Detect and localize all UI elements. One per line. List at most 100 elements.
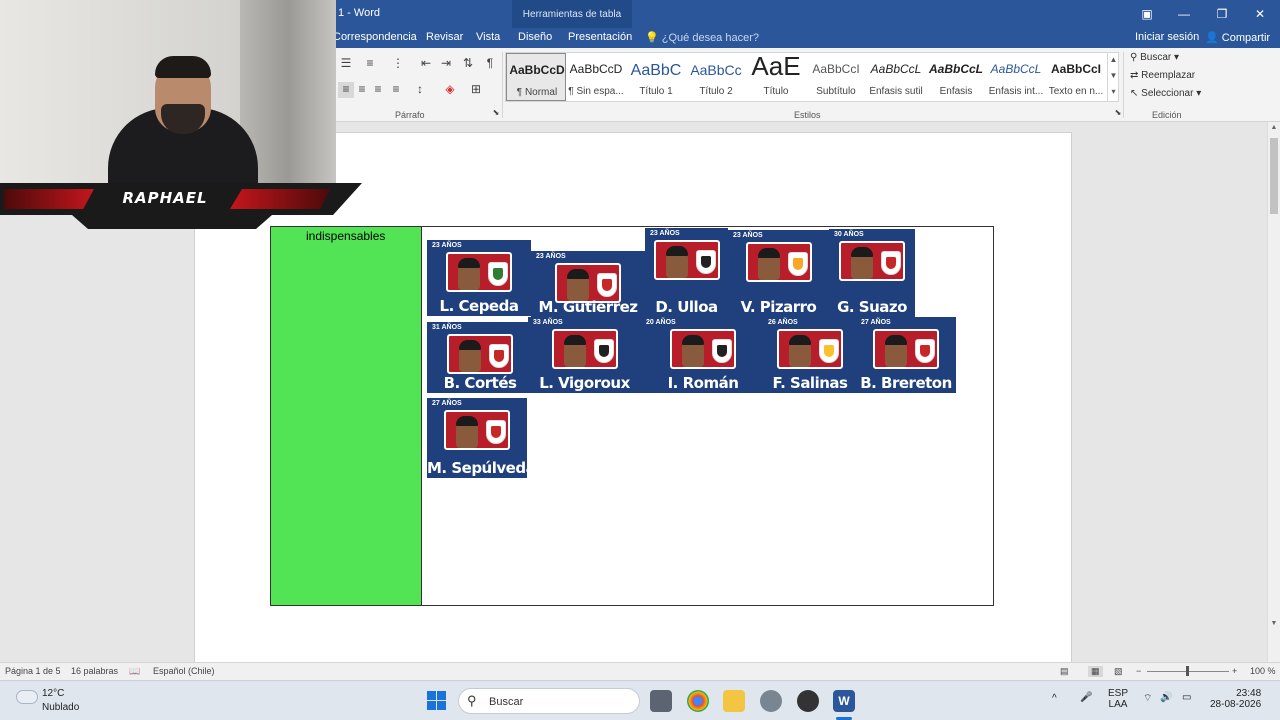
group-label-parrafo: Párrafo — [395, 110, 425, 120]
club-crest-icon — [597, 273, 617, 297]
file-explorer-icon[interactable] — [723, 690, 745, 712]
style-item[interactable]: AaE Título — [746, 51, 806, 101]
replace-button[interactable]: ⇄ Reemplazar — [1130, 70, 1195, 81]
style-sample: AaBbCcD — [509, 63, 565, 77]
style-item[interactable]: AaBbCcD ¶ Normal — [506, 53, 566, 101]
style-name: Énfasis int... — [988, 86, 1044, 97]
tab-presentacion[interactable]: Presentación — [568, 31, 632, 43]
style-item[interactable]: AaBbCcD ¶ Sin espa... — [566, 53, 626, 101]
align-left-icon[interactable]: ≡ — [338, 82, 354, 98]
zoom-level[interactable]: 100 % — [1250, 666, 1276, 676]
align-center-icon[interactable]: ≡ — [354, 82, 370, 98]
share-button[interactable]: 👤 Compartir — [1205, 31, 1270, 44]
style-item[interactable]: AaBbCc Título 2 — [686, 53, 746, 101]
word-icon[interactable]: W — [833, 690, 855, 712]
borders-icon[interactable]: ⊞ — [468, 82, 484, 98]
style-item[interactable]: AaBbCcL Énfasis sutil — [866, 53, 926, 101]
close-button[interactable]: ✕ — [1252, 6, 1268, 22]
player-card[interactable]: 23 AÑOS M. Gutierrez — [531, 251, 645, 317]
page-count[interactable]: Página 1 de 5 — [5, 666, 61, 676]
volume-icon[interactable]: 🔊 — [1160, 692, 1172, 703]
player-card[interactable]: 23 AÑOS V. Pizarro — [728, 230, 829, 317]
scroll-up-icon[interactable]: ▲ — [1268, 124, 1280, 131]
style-item[interactable]: AaBbCcL Énfasis int... — [986, 53, 1046, 101]
scroll-down-icon[interactable]: ▼ — [1268, 620, 1280, 627]
player-card[interactable]: 31 AÑOS B. Cortés — [427, 322, 533, 393]
table-cell-indispensables[interactable]: indispensables — [271, 227, 422, 605]
word-count[interactable]: 16 palabras — [71, 666, 118, 676]
ribbon-display-options-icon[interactable]: ▣ — [1139, 6, 1155, 22]
clock[interactable]: 23:48 28-08-2026 — [1210, 688, 1261, 710]
tab-correspondencia[interactable]: Correspondencia — [333, 31, 417, 43]
zoom-in-icon[interactable]: + — [1232, 666, 1237, 676]
bullets-icon[interactable]: ☰ — [338, 56, 354, 72]
battery-icon[interactable]: ▭ — [1182, 692, 1191, 703]
player-photo — [447, 334, 513, 374]
line-spacing-icon[interactable]: ↕ — [412, 82, 428, 98]
player-card[interactable]: 27 AÑOS B. Brereton — [856, 317, 956, 393]
zoom-out-icon[interactable]: − — [1136, 666, 1141, 676]
player-photo — [777, 329, 843, 369]
sign-in-link[interactable]: Iniciar sesión — [1135, 31, 1199, 43]
tell-me-search[interactable]: 💡 ¿Qué desea hacer? — [645, 31, 759, 44]
zoom-slider-thumb[interactable] — [1186, 666, 1189, 676]
player-card[interactable]: 33 AÑOS L. Vigoroux — [528, 317, 641, 393]
microphone-icon[interactable]: 🎤 — [1080, 692, 1092, 703]
vertical-scrollbar[interactable]: ▲ ▼ — [1267, 122, 1280, 662]
settings-gear-icon[interactable] — [760, 690, 782, 712]
select-button[interactable]: ↖ Seleccionar ▾ — [1130, 88, 1201, 99]
justify-icon[interactable]: ≡ — [388, 82, 404, 98]
read-mode-icon[interactable]: ▤ — [1060, 666, 1069, 677]
cloud-icon[interactable] — [16, 690, 38, 704]
person-icon: 👤 — [1205, 32, 1222, 44]
maximize-button[interactable]: ❐ — [1214, 6, 1230, 22]
player-age: 30 AÑOS — [834, 231, 864, 238]
windows-start-icon[interactable] — [427, 691, 446, 710]
tab-revisar[interactable]: Revisar — [426, 31, 463, 43]
web-layout-icon[interactable]: ▧ — [1114, 666, 1123, 677]
task-view-icon[interactable] — [650, 690, 672, 712]
style-item[interactable]: AaBbCcI Texto en n... — [1046, 53, 1106, 101]
scrollbar-thumb[interactable] — [1270, 138, 1278, 214]
chrome-icon[interactable] — [687, 690, 709, 712]
player-card[interactable]: 26 AÑOS F. Salinas — [763, 317, 857, 393]
obs-icon[interactable] — [797, 690, 819, 712]
print-layout-icon[interactable]: ▦ — [1088, 666, 1103, 677]
sort-icon[interactable]: ⇅ — [460, 56, 476, 72]
gallery-scroll-arrows[interactable]: ▲ ▼ ▾ — [1107, 52, 1119, 102]
wifi-icon[interactable]: ⌔ — [1143, 692, 1152, 705]
decrease-indent-icon[interactable]: ⇤ — [418, 56, 434, 72]
align-right-icon[interactable]: ≡ — [370, 82, 386, 98]
proofing-icon[interactable]: 📖 — [129, 666, 140, 677]
show-formatting-marks-icon[interactable]: ¶ — [482, 56, 498, 72]
player-photo — [873, 329, 939, 369]
group-separator — [1123, 52, 1124, 118]
player-card[interactable]: 23 AÑOS L. Cepeda — [427, 240, 531, 316]
cell-label: indispensables — [306, 229, 386, 243]
multilevel-list-icon[interactable]: ⋮ — [390, 56, 406, 72]
increase-indent-icon[interactable]: ⇥ — [438, 56, 454, 72]
tab-vista[interactable]: Vista — [476, 31, 500, 43]
style-item[interactable]: AaBbC Título 1 — [626, 53, 686, 101]
shading-icon[interactable]: ◈ — [442, 82, 458, 98]
numbering-icon[interactable]: ≡ — [362, 56, 378, 72]
player-card[interactable]: 23 AÑOS D. Ulloa — [645, 228, 728, 317]
chevron-up-icon[interactable]: ^ — [1052, 693, 1057, 704]
style-name: Título 1 — [639, 86, 673, 97]
style-sample: AaBbC — [630, 62, 682, 79]
player-card[interactable]: 30 AÑOS G. Suazo — [829, 229, 915, 317]
player-age: 26 AÑOS — [768, 319, 798, 326]
language-switch[interactable]: ESP LAA — [1108, 688, 1128, 710]
minimize-button[interactable]: — — [1176, 6, 1192, 22]
language-indicator[interactable]: Español (Chile) — [153, 666, 215, 676]
taskbar-search-box[interactable]: ⚲ Buscar — [458, 688, 640, 714]
style-item[interactable]: AaBbCcL Énfasis — [926, 53, 986, 101]
weather-temperature[interactable]: 12°C — [42, 688, 64, 699]
style-item[interactable]: AaBbCcI Subtítulo — [806, 53, 866, 101]
find-button[interactable]: ⚲ Buscar ▾ — [1130, 52, 1179, 63]
tab-diseno[interactable]: Diseño — [518, 31, 552, 43]
player-card[interactable]: 20 AÑOS I. Román — [641, 317, 765, 393]
weather-description[interactable]: Nublado — [42, 702, 79, 713]
club-crest-icon — [712, 339, 732, 363]
player-card[interactable]: 27 AÑOS M. Sepúlveda — [427, 398, 527, 478]
